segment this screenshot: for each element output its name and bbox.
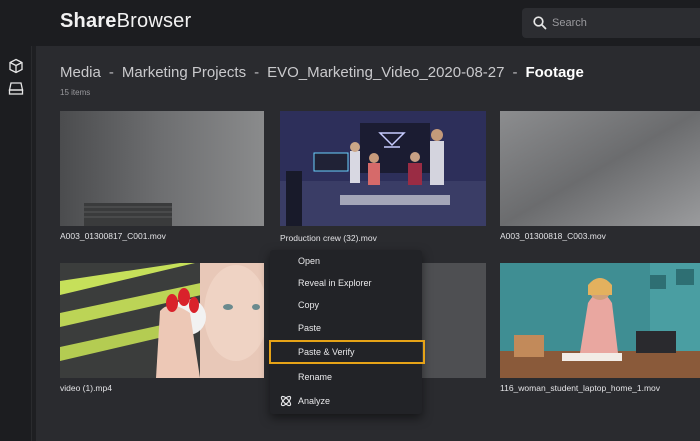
menu-item-paste-verify[interactable]: Paste & Verify bbox=[269, 340, 425, 364]
menu-item-label: Analyze bbox=[298, 396, 331, 406]
media-tile[interactable]: A003_01300818_C003.mov bbox=[500, 111, 700, 246]
logo-light: Browser bbox=[116, 10, 192, 32]
menu-item-label: Copy bbox=[298, 300, 320, 310]
breadcrumb-current: Footage bbox=[525, 64, 584, 81]
menu-item-reveal-in-explorer[interactable]: Reveal in Explorer bbox=[270, 272, 422, 294]
media-tile[interactable]: A003_01300817_C001.mov bbox=[60, 111, 264, 246]
media-tile[interactable]: Production crew (32).mov bbox=[280, 111, 486, 246]
app-logo[interactable]: ShareBrowser bbox=[60, 10, 191, 33]
thumbnail bbox=[60, 263, 264, 378]
thumbnail bbox=[280, 111, 486, 226]
cube-icon[interactable] bbox=[8, 58, 24, 74]
breadcrumb-evo-video[interactable]: EVO_Marketing_Video_2020-08-27 bbox=[267, 64, 504, 81]
menu-item-label: Paste bbox=[298, 323, 322, 333]
analyze-icon bbox=[280, 395, 292, 407]
tile-caption: video (1).mp4 bbox=[60, 383, 112, 393]
drive-icon[interactable] bbox=[8, 80, 24, 96]
breadcrumb-marketing-projects[interactable]: Marketing Projects bbox=[122, 64, 246, 81]
item-count: 15 items bbox=[60, 88, 91, 97]
thumbnail bbox=[500, 111, 700, 226]
menu-item-label: Paste & Verify bbox=[298, 347, 355, 357]
menu-item-label: Rename bbox=[298, 372, 333, 382]
menu-item-open[interactable]: Open bbox=[270, 250, 422, 272]
tile-caption: 116_woman_student_laptop_home_1.mov bbox=[500, 383, 661, 393]
tile-caption: A003_01300817_C001.mov bbox=[60, 231, 166, 241]
thumbnail bbox=[60, 111, 264, 226]
menu-item-copy[interactable]: Copy bbox=[270, 294, 422, 316]
menu-item-analyze[interactable]: Analyze bbox=[270, 390, 422, 412]
breadcrumb-separator: - bbox=[254, 64, 260, 81]
menu-item-label: Open bbox=[298, 256, 321, 266]
logo-bold: Share bbox=[60, 10, 117, 32]
tile-caption: Production crew (32).mov bbox=[280, 233, 377, 243]
menu-item-label: Reveal in Explorer bbox=[298, 278, 372, 288]
context-menu: Open Reveal in Explorer Copy Paste Paste… bbox=[269, 250, 425, 414]
top-bar: ShareBrowser bbox=[0, 0, 700, 46]
breadcrumb: Media - Marketing Projects - EVO_Marketing_V… bbox=[60, 64, 584, 81]
menu-item-paste[interactable]: Paste bbox=[270, 317, 422, 339]
breadcrumb-separator: - bbox=[108, 64, 114, 81]
search-input[interactable] bbox=[552, 14, 692, 32]
search-icon bbox=[533, 16, 547, 30]
breadcrumb-separator: - bbox=[512, 64, 518, 81]
menu-item-rename[interactable]: Rename bbox=[270, 366, 422, 388]
search-box[interactable] bbox=[522, 8, 700, 38]
breadcrumb-media[interactable]: Media bbox=[60, 64, 101, 81]
media-tile[interactable]: 116_woman_student_laptop_home_1.mov bbox=[500, 263, 700, 398]
thumbnail bbox=[500, 263, 700, 378]
left-rail bbox=[0, 46, 32, 441]
tile-caption: A003_01300818_C003.mov bbox=[500, 231, 606, 241]
media-tile[interactable]: video (1).mp4 bbox=[60, 263, 264, 398]
